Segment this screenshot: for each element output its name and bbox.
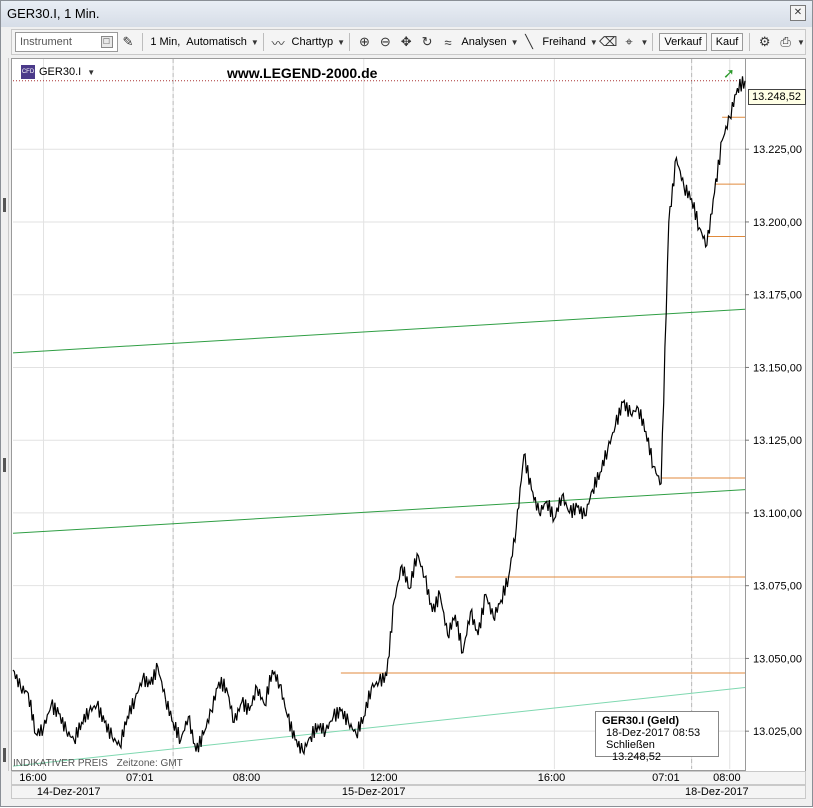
last-price-tag: 13.248,52 (748, 89, 806, 105)
x-tick-label: 08:00 (232, 772, 261, 784)
date-label: 14-Dez-2017 (36, 786, 101, 798)
trendline (12, 489, 746, 534)
y-tick-label: 13.050,00 (753, 653, 802, 665)
cfd-icon: CFD (21, 65, 35, 79)
chevron-down-icon[interactable]: ▼ (87, 68, 95, 77)
instrument-name: GER30.I (39, 66, 82, 78)
info-close-value: 13.248,52 (612, 751, 661, 763)
timezone-note: Zeitzone: GMT (116, 758, 183, 769)
price-chart: 13.025,00 13.050,00 13.075,00 13.100,00 13.1… (12, 59, 802, 769)
date-axis[interactable]: 14-Dez-2017 15-Dez-2017 18-Dez-2017 (11, 785, 806, 799)
indicative-price-note: INDIKATIVER PREIS (13, 758, 108, 769)
chart-footer: INDIKATIVER PREIS Zeitzone: GMT (13, 758, 189, 769)
x-tick-label: 12:00 (370, 772, 398, 784)
date-label: 18-Dez-2017 (685, 786, 749, 798)
y-tick-label: 13.225,00 (753, 144, 802, 156)
chart-window: GER30.I, 1 Min. ✕ Instrument ☐ ✎ 1 Min, … (0, 0, 813, 807)
price-series-line (660, 76, 746, 484)
time-axis[interactable]: 16:00 07:01 08:00 12:00 16:00 07:01 08:00 (11, 771, 806, 785)
info-close-label: Schließen (606, 739, 655, 751)
y-tick-label: 13.200,00 (753, 217, 802, 229)
y-tick-label: 13.125,00 (753, 435, 802, 447)
info-close-row: Schließen 13.248,52 (602, 739, 712, 763)
y-tick-label: 13.175,00 (753, 290, 802, 302)
x-tick-label: 08:00 (713, 772, 741, 784)
x-tick-label: 07:01 (126, 772, 154, 784)
instrument-chip[interactable]: CFD GER30.I ▼ (21, 65, 95, 79)
price-info-box: GER30.I (Geld) 18-Dez-2017 08:53 Schließ… (595, 711, 719, 763)
x-tick-label: 07:01 (652, 772, 680, 784)
watermark-text: www.LEGEND-2000.de (227, 65, 378, 81)
trendline (12, 308, 746, 354)
y-tick-label: 13.150,00 (753, 362, 802, 374)
info-title: GER30.I (Geld) (602, 715, 680, 727)
x-tick-label: 16:00 (19, 772, 47, 784)
price-series-line (12, 662, 167, 750)
y-tick-label: 13.075,00 (753, 581, 802, 593)
date-label: 15-Dez-2017 (341, 786, 406, 798)
x-tick-label: 16:00 (537, 772, 566, 784)
info-datetime: 18-Dez-2017 08:53 (606, 727, 701, 739)
y-tick-label: 13.025,00 (753, 726, 802, 738)
trend-up-icon: ➚ (723, 65, 735, 81)
y-tick-label: 13.100,00 (753, 508, 802, 520)
